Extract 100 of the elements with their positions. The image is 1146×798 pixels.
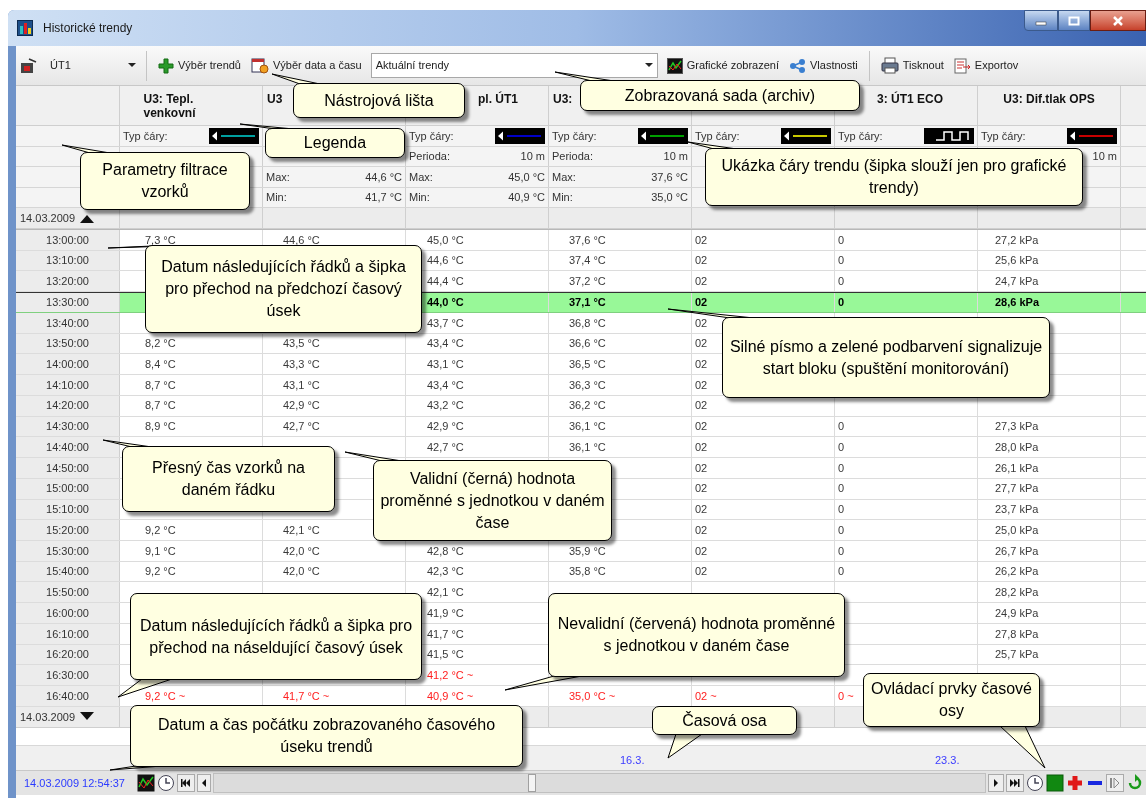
play-icon[interactable] <box>988 773 1004 792</box>
table-cell-text: 02 <box>695 481 708 497</box>
minimize-button[interactable] <box>1024 10 1058 31</box>
chart-icon[interactable] <box>666 57 683 74</box>
time-cell-text: 15:50:00 <box>46 585 89 601</box>
caret-icon[interactable] <box>644 63 653 68</box>
up-arrow-icon[interactable] <box>80 213 95 223</box>
step-back-icon[interactable] <box>196 773 211 792</box>
clock-icon[interactable] <box>1026 773 1044 792</box>
toolbar-button[interactable]: Exportov <box>948 51 1024 80</box>
table-cell-text: 42,3 °C <box>427 564 464 580</box>
callout: Datum následujících řádků a šipka pro přechod na předchozí časový úsek <box>145 245 422 333</box>
caret-icon[interactable] <box>128 63 136 68</box>
table-cell-text: 0 <box>838 543 845 559</box>
rewind-icon[interactable] <box>176 773 195 792</box>
param-value: 10 m <box>1092 149 1117 164</box>
refresh-icon[interactable] <box>1126 773 1144 792</box>
column-header: U3: Dif.tlak OPS <box>1003 92 1095 106</box>
square-icon[interactable] <box>1046 773 1064 792</box>
toolbar-button[interactable]: Výběr data a času <box>246 51 367 80</box>
scroll-thumb[interactable] <box>527 773 536 792</box>
table-cell-text: 41,2 °C ~ <box>427 668 474 684</box>
table-cell-text: 36,1 °C <box>569 419 606 435</box>
calendar-icon[interactable] <box>251 57 269 74</box>
table-cell-text: 0 ~ <box>838 688 854 704</box>
table-cell-text: 0 <box>838 481 845 497</box>
table-cell-text: 42,0 °C <box>283 564 320 580</box>
table-cell-text: 41,9 °C <box>427 605 464 621</box>
table-cell-text: 36,3 °C <box>569 377 606 393</box>
line-style-swatch[interactable] <box>924 127 974 144</box>
table-cell-text: 0 <box>838 522 845 538</box>
callout: Silné písmo a zelené podbarvení signalizuje start bloku (spuštění monitorování) <box>722 317 1050 398</box>
export-icon[interactable] <box>953 57 971 74</box>
fast-forward-icon[interactable] <box>1006 773 1024 792</box>
time-cell-text: 15:30:00 <box>46 543 89 559</box>
plus-icon[interactable] <box>1066 773 1084 792</box>
toolbar-button[interactable]: Vlastnosti <box>784 51 863 80</box>
table-cell-text: 8,7 °C <box>145 377 176 393</box>
table-cell-text: 36,2 °C <box>569 398 606 414</box>
table-cell-text: 41,7 °C <box>427 626 464 642</box>
table-cell-text: 24,9 kPa <box>995 605 1039 621</box>
table-cell-text: 43,1 °C <box>283 377 320 393</box>
line-style-swatch[interactable] <box>638 127 688 144</box>
param-label: Min: <box>552 190 573 205</box>
close-button[interactable] <box>1090 10 1146 31</box>
line-style-swatch[interactable] <box>495 127 545 144</box>
column-header: U3: <box>553 92 573 106</box>
table-cell-text: 9,2 °C <box>145 522 176 538</box>
table-cell-text: 35,9 °C <box>569 543 606 559</box>
station-dropdown[interactable]: ÚT1 <box>16 51 140 80</box>
table-cell-text: 43,4 °C <box>427 377 464 393</box>
table-cell-text: 0 <box>838 502 845 518</box>
param-value: 41,7 °C <box>365 190 402 205</box>
table-cell-text: 43,1 °C <box>427 357 464 372</box>
toolbar-button[interactable]: Výběr trendů <box>153 51 246 80</box>
param-value: 37,6 °C <box>651 169 688 185</box>
maximize-button[interactable] <box>1058 10 1090 31</box>
table-cell-text: 42,8 °C <box>427 543 464 559</box>
plus-icon[interactable] <box>158 57 174 74</box>
callout: Datum následujících řádků a šipka pro přechod na náseldující časový úsek <box>130 593 422 680</box>
line-style-swatch[interactable] <box>781 127 831 144</box>
close-icon[interactable] <box>1112 15 1124 26</box>
table-cell-text: 02 <box>695 315 708 331</box>
chart-icon[interactable] <box>136 773 155 792</box>
column-header: U3: Tepl. venkovní <box>143 92 197 120</box>
table-cell-text: 27,8 kPa <box>995 626 1039 642</box>
table-cell-text: 43,3 °C <box>283 357 320 372</box>
set-select[interactable]: Aktuální trendy <box>370 53 658 78</box>
time-cell-text: 16:20:00 <box>46 647 89 663</box>
table-cell-text: 8,2 °C <box>145 336 176 352</box>
printer-icon[interactable] <box>880 57 899 74</box>
device-icon[interactable] <box>20 57 38 74</box>
table-cell-text: 37,4 °C <box>569 253 606 269</box>
param-value: 10 m <box>520 149 545 164</box>
table-cell-text: 36,5 °C <box>569 357 606 372</box>
share-icon[interactable] <box>789 57 806 74</box>
line-type-label: Typ čáry: <box>695 128 740 144</box>
param-value: 44,6 °C <box>365 169 402 185</box>
line-style-swatch[interactable] <box>209 127 259 144</box>
table-cell-text: 02 <box>695 295 708 311</box>
table-cell-text: 28,2 kPa <box>995 585 1039 601</box>
table-cell-text: 42,1 °C <box>427 585 464 601</box>
table-cell-text: 8,4 °C <box>145 357 176 372</box>
time-cell-text: 14:00:00 <box>46 357 89 372</box>
table-cell-text: 26,7 kPa <box>995 543 1039 559</box>
step-forward-icon[interactable] <box>1106 773 1124 792</box>
table-cell-text: 0 <box>838 419 845 435</box>
table-cell-text: 0 <box>838 460 845 476</box>
window-title: Historické trendy <box>43 20 133 37</box>
table-cell-text: 41,5 °C <box>427 647 464 663</box>
clock-icon[interactable] <box>156 773 175 792</box>
toolbar-button[interactable]: Grafické zobrazení <box>661 51 784 80</box>
table-cell-text: 26,1 kPa <box>995 460 1039 476</box>
down-arrow-icon[interactable] <box>80 712 95 722</box>
toolbar-button[interactable]: Tisknout <box>875 51 949 80</box>
line-style-swatch[interactable] <box>1067 127 1117 144</box>
time-cell-text: 13:40:00 <box>46 315 89 331</box>
table-cell-text: 36,8 °C <box>569 315 606 331</box>
table-cell-text: 02 <box>695 439 708 455</box>
table-cell-text: 24,7 kPa <box>995 274 1039 290</box>
